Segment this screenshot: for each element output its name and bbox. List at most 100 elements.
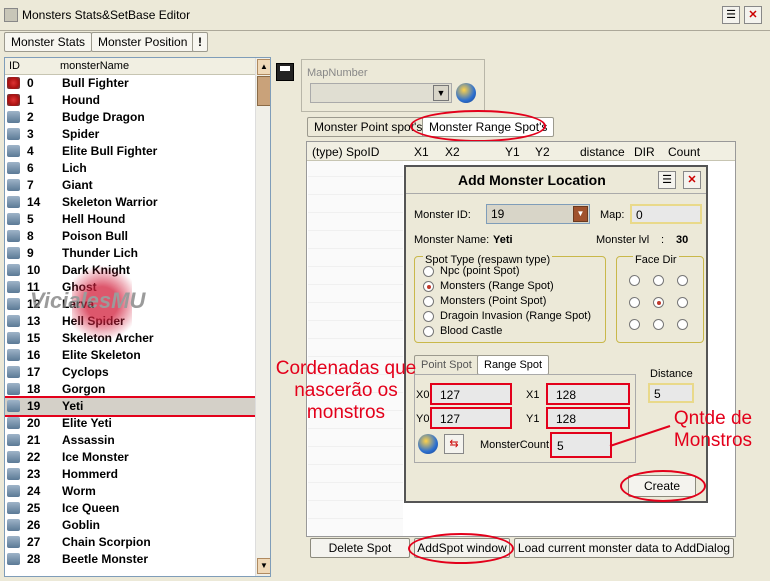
map-number-select[interactable]: ▼ [310, 83, 452, 103]
grid-col-x2[interactable]: X2 [445, 145, 460, 159]
face-dir-radio[interactable] [677, 319, 688, 330]
list-item[interactable]: 7 Giant [5, 177, 255, 194]
spot-type-radio[interactable] [423, 296, 434, 307]
list-scrollbar[interactable]: ▲ ▼ [255, 58, 270, 576]
row-id: 5 [27, 212, 34, 226]
grid-col-x1[interactable]: X1 [414, 145, 429, 159]
row-id: 3 [27, 127, 34, 141]
list-item[interactable]: 20 Elite Yeti [5, 415, 255, 432]
monster-id-chevron-icon[interactable]: ▼ [573, 206, 588, 222]
list-item[interactable]: 4 Elite Bull Fighter [5, 143, 255, 160]
globe-icon[interactable] [456, 83, 476, 103]
x0-spin[interactable]: 127 [430, 383, 512, 405]
row-id: 1 [27, 93, 34, 107]
sort-arrows-icon[interactable]: ⇆ [444, 434, 464, 454]
distance-spin[interactable]: 5 [648, 383, 694, 403]
list-item[interactable]: 17 Cyclops [5, 364, 255, 381]
face-dir-radio[interactable] [677, 297, 688, 308]
list-item[interactable]: 6 Lich [5, 160, 255, 177]
list-item[interactable]: 22 Ice Monster [5, 449, 255, 466]
spot-type-option: Monsters (Point Spot) [440, 295, 547, 307]
create-highlight [620, 470, 706, 502]
scroll-thumb[interactable] [257, 76, 270, 106]
row-id: 6 [27, 161, 34, 175]
list-item[interactable]: 5 Hell Hound [5, 211, 255, 228]
grid-col-dir[interactable]: DIR [634, 145, 655, 159]
list-item[interactable]: 28 Beetle Monster [5, 551, 255, 568]
scroll-up-icon[interactable]: ▲ [257, 59, 270, 75]
y0-spin[interactable]: 127 [430, 407, 512, 429]
list-item[interactable]: 27 Chain Scorpion [5, 534, 255, 551]
monster-icon [7, 281, 20, 293]
grid-col-count[interactable]: Count [668, 145, 700, 159]
monster-lvl-label: Monster lvl [596, 234, 650, 246]
face-dir-radio[interactable] [653, 319, 664, 330]
list-item[interactable]: 16 Elite Skeleton [5, 347, 255, 364]
load-monster-data-button[interactable]: Load current monster data to AddDialog [514, 538, 734, 558]
col-name[interactable]: monsterName [60, 60, 129, 72]
dialog-options-icon[interactable]: ☰ [658, 171, 676, 189]
face-dir-radio[interactable] [653, 297, 664, 308]
list-item[interactable]: 18 Gorgon [5, 381, 255, 398]
face-dir-radio[interactable] [629, 319, 640, 330]
list-item[interactable]: 19 Yeti [5, 396, 257, 417]
close-icon[interactable]: ✕ [744, 6, 762, 24]
list-item[interactable]: 24 Worm [5, 483, 255, 500]
row-id: 2 [27, 110, 34, 124]
spot-type-radio[interactable] [423, 326, 434, 337]
monster-list[interactable]: ID monsterName 0 Bull Fighter 1 Hound 2 Budge… [4, 57, 271, 577]
row-id: 24 [27, 484, 41, 498]
app-icon [4, 8, 18, 22]
face-dir-radio[interactable] [629, 275, 640, 286]
list-item[interactable]: 2 Budge Dragon [5, 109, 255, 126]
monster-icon [7, 366, 20, 378]
list-item[interactable]: 21 Assassin [5, 432, 255, 449]
list-item[interactable]: 3 Spider [5, 126, 255, 143]
options-icon[interactable]: ☰ [722, 6, 740, 24]
list-item[interactable]: 8 Poison Bull [5, 228, 255, 245]
row-id: 26 [27, 518, 41, 532]
tab-monster-position[interactable]: Monster Position [91, 32, 195, 52]
grid-header: (type) SpoID X1 X2 Y1 Y2 distance DIR Co… [307, 142, 735, 161]
tab-monster-stats[interactable]: Monster Stats [4, 32, 93, 52]
grid-col-y2[interactable]: Y2 [535, 145, 550, 159]
spot-type-radio[interactable] [423, 281, 434, 292]
alert-button[interactable]: ! [192, 32, 208, 52]
list-item[interactable]: 26 Goblin [5, 517, 255, 534]
face-dir-radio[interactable] [629, 297, 640, 308]
list-item[interactable]: 0 Bull Fighter [5, 75, 255, 92]
list-item[interactable]: 1 Hound [5, 92, 255, 109]
grid-col-spotid[interactable]: (type) SpoID [312, 145, 379, 159]
tab-range-spot[interactable]: Range Spot [477, 355, 550, 375]
grid-col-y1[interactable]: Y1 [505, 145, 520, 159]
row-name: Spider [62, 127, 100, 141]
col-id[interactable]: ID [9, 60, 20, 72]
save-icon[interactable] [276, 63, 294, 81]
row-id: 28 [27, 552, 41, 566]
map-spin[interactable]: 0 [630, 204, 702, 224]
row-name: Ice Monster [62, 450, 129, 464]
dialog-globe-icon[interactable] [418, 434, 438, 454]
list-item[interactable]: 23 Hommerd [5, 466, 255, 483]
monster-lvl-value: 30 [676, 234, 689, 246]
list-item[interactable]: 25 Ice Queen [5, 500, 255, 517]
monster-icon [7, 417, 20, 429]
chevron-down-icon[interactable]: ▼ [433, 85, 449, 101]
grid-col-distance[interactable]: distance [580, 145, 625, 159]
dialog-close-icon[interactable]: ✕ [683, 171, 701, 189]
spot-type-radio[interactable] [423, 266, 434, 277]
x1-spin[interactable]: 128 [546, 383, 630, 405]
face-dir-radio[interactable] [677, 275, 688, 286]
monster-id-select[interactable]: 19 ▼ [486, 204, 590, 224]
watermark-text: VicialesMU [30, 288, 146, 313]
face-dir-radio[interactable] [653, 275, 664, 286]
delete-spot-button[interactable]: Delete Spot [310, 538, 410, 558]
spot-type-group: Spot Type (respawn type) Npc (point Spot… [414, 254, 606, 343]
scroll-down-icon[interactable]: ▼ [257, 558, 270, 574]
monster-count-label: MonsterCount [480, 439, 550, 451]
title-bar: Monsters Stats&SetBase Editor ☰ ✕ [0, 0, 770, 31]
face-dir-label: Face Dir [633, 254, 679, 266]
spot-type-radio[interactable] [423, 311, 434, 322]
list-item[interactable]: 14 Skeleton Warrior [5, 194, 255, 211]
monster-icon [7, 196, 20, 208]
